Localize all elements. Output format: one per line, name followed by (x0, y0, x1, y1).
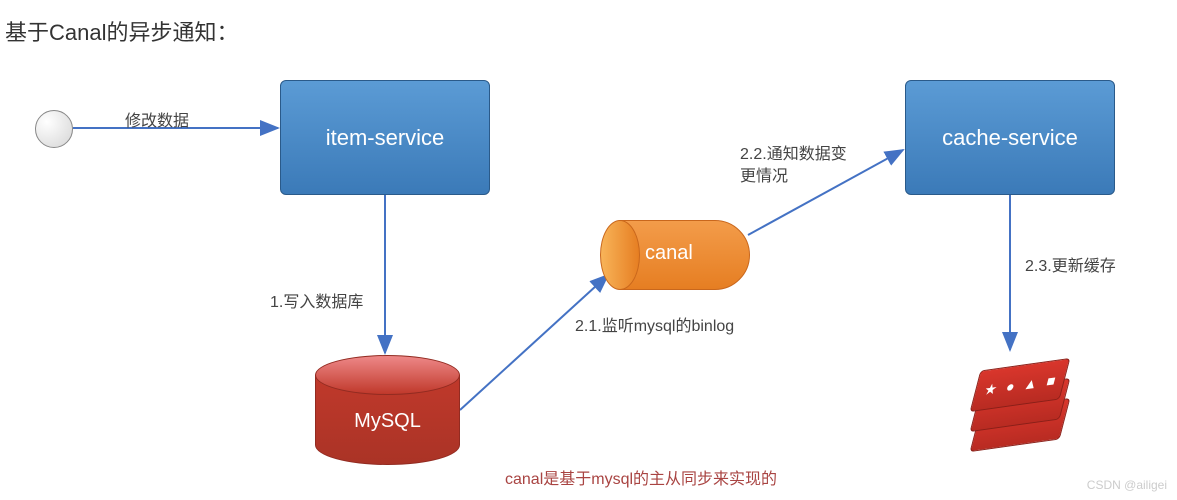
cache-service-box: cache-service (905, 80, 1115, 195)
start-node (35, 110, 73, 148)
diagram-title: 基于Canal的异步通知： (5, 15, 238, 47)
footnote: canal是基于mysql的主从同步来实现的 (505, 465, 777, 489)
triangle-icon: ▲ (1022, 374, 1040, 393)
canal-node: canal (600, 220, 750, 290)
star-icon: ★ (982, 379, 999, 398)
redis-icon: ★ ● ▲ ■ (975, 345, 1065, 445)
canal-cap (600, 220, 640, 290)
label-write-db: 1.写入数据库 (270, 288, 363, 312)
square-icon: ■ (1045, 372, 1058, 390)
item-service-box: item-service (280, 80, 490, 195)
watermark: CSDN @ailigei (1087, 478, 1167, 492)
cache-service-label: cache-service (942, 125, 1078, 151)
canal-label: canal (645, 242, 693, 265)
label-notify-2: 更情况 (740, 162, 788, 186)
mysql-node: MySQL (315, 355, 460, 465)
mysql-label: MySQL (315, 410, 460, 433)
label-listen-binlog: 2.1.监听mysql的binlog (575, 312, 734, 336)
label-notify-1: 2.2.通知数据变 (740, 140, 847, 164)
circle-icon: ● (1004, 377, 1017, 395)
mysql-top (315, 355, 460, 395)
item-service-label: item-service (326, 125, 445, 151)
label-modify-data: 修改数据 (125, 107, 189, 131)
label-update-cache: 2.3.更新缓存 (1025, 252, 1116, 276)
